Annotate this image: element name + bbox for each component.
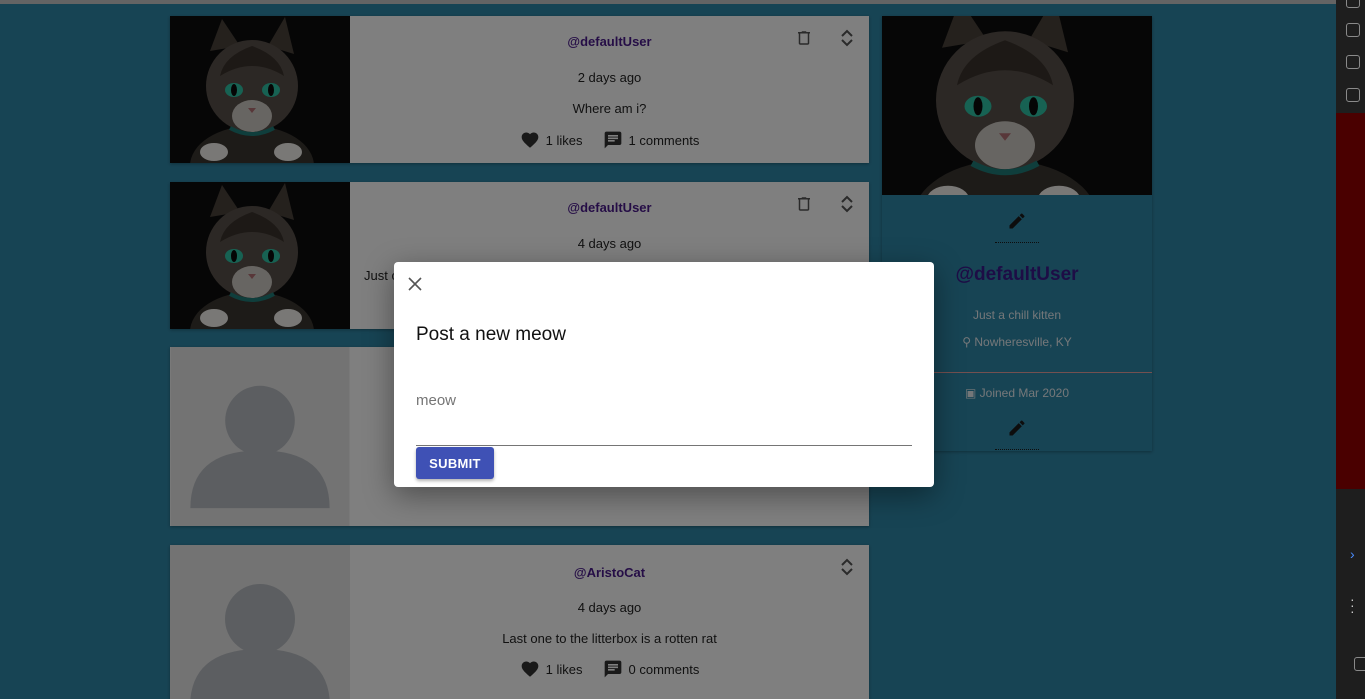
checkbox[interactable] — [1346, 23, 1360, 37]
checkbox[interactable] — [1346, 0, 1360, 8]
close-icon[interactable] — [407, 276, 423, 292]
side-panel-strip: › · · · — [1336, 0, 1365, 699]
checkbox[interactable] — [1346, 88, 1360, 102]
panel-area — [1336, 113, 1365, 489]
meow-input[interactable] — [416, 382, 912, 446]
checkbox[interactable] — [1346, 55, 1360, 69]
more-vert-icon[interactable]: · · · — [1350, 592, 1355, 618]
submit-button[interactable]: SUBMIT — [416, 447, 494, 479]
chevron-right-icon[interactable]: › — [1350, 546, 1355, 562]
checkbox[interactable] — [1354, 657, 1365, 671]
dialog-title: Post a new meow — [416, 324, 566, 345]
new-post-dialog: Post a new meow SUBMIT — [394, 262, 934, 487]
